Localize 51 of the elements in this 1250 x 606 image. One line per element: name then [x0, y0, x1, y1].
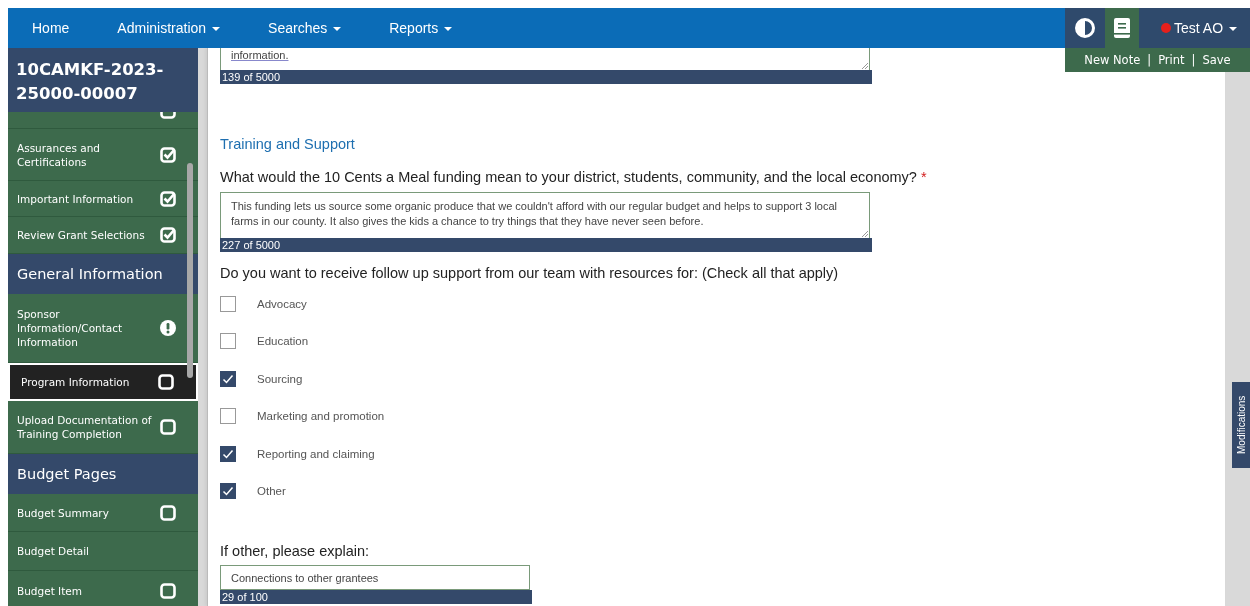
section-header: General Information	[8, 254, 198, 294]
side-tab[interactable]: Modifications	[1232, 382, 1250, 468]
checkbox[interactable]	[220, 370, 236, 387]
option-label: Reporting and claiming	[257, 447, 375, 460]
character-counter: 139 of 5000	[220, 70, 872, 84]
checkbox[interactable]	[220, 445, 236, 462]
separator-text: |	[1147, 53, 1152, 67]
user-menu[interactable]: Test AO	[1174, 20, 1238, 36]
checkbox[interactable]	[220, 333, 236, 350]
record-id: 10CAMKF-2023-25000-00007	[8, 48, 198, 112]
option-label: Sourcing	[257, 372, 303, 385]
character-counter: 227 of 5000	[220, 238, 872, 252]
action-link[interactable]: Print	[1158, 53, 1185, 67]
section-title: Training and Support	[220, 136, 356, 152]
empty-square-icon	[160, 419, 176, 435]
option-label: Education	[257, 335, 309, 348]
checked-square-icon	[160, 190, 176, 207]
sidebar-item[interactable]	[8, 112, 198, 129]
separator-text: |	[1191, 53, 1196, 67]
nav-link[interactable]: Administration	[93, 20, 245, 36]
empty-square-icon	[160, 504, 176, 521]
action-link[interactable]: Save	[1202, 53, 1231, 67]
option-label: Advocacy	[257, 297, 307, 310]
contrast-icon[interactable]	[1075, 18, 1095, 38]
note-icon[interactable]	[1114, 18, 1130, 38]
input-field[interactable]: Connections to other grantees	[220, 565, 530, 590]
resize-grip-icon[interactable]	[861, 62, 868, 69]
checked-square-icon	[160, 146, 176, 163]
scrollbar-thumb[interactable]	[187, 163, 193, 378]
exclamation-circle-icon	[160, 320, 176, 336]
checked-square-icon	[160, 227, 176, 243]
resize-grip-icon[interactable]	[861, 230, 868, 237]
question-label: Do you want to receive follow up support from our team with resources for: (Check all that apply)	[220, 265, 840, 281]
question-label: If other, please explain:	[220, 543, 371, 559]
checkbox[interactable]	[220, 295, 236, 312]
empty-square-icon	[160, 582, 176, 599]
option-label: Other	[257, 485, 286, 498]
nav-link[interactable]: Home	[8, 20, 94, 36]
required-mark: *	[920, 169, 927, 185]
status-dot-icon	[1161, 23, 1171, 33]
nav-link[interactable]: Reports	[365, 20, 477, 36]
nav-link[interactable]: Searches	[244, 20, 366, 36]
character-counter: 29 of 100	[220, 590, 532, 604]
question-label: What would the 10 Cents a Meal funding mean to your district, students, community, and the local economy? *	[220, 169, 928, 185]
action-link[interactable]: New Note	[1084, 53, 1141, 67]
checkbox[interactable]	[220, 483, 236, 500]
section-header: Budget Pages	[8, 454, 198, 494]
empty-square-icon	[158, 374, 174, 390]
sidebar-item[interactable]: Program Information	[8, 363, 198, 401]
option-label: Marketing and promotion	[257, 410, 385, 423]
checkbox[interactable]	[220, 408, 236, 425]
